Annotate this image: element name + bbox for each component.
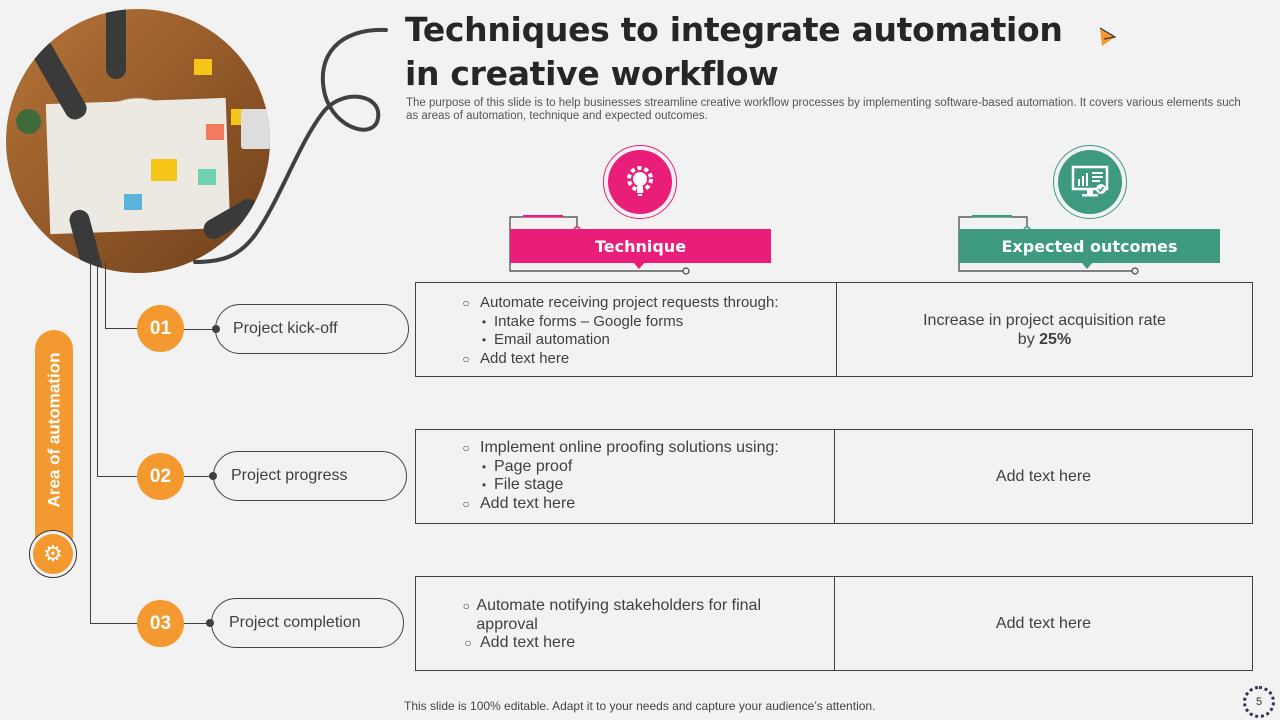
table-row: ○ Automate notifying stakeholders for fin… xyxy=(415,576,1253,671)
technique-cell: ○ Automate receiving project requests thr… xyxy=(416,283,837,376)
outcomes-header: Expected outcomes xyxy=(959,229,1220,263)
list-item: • Email automation xyxy=(481,331,610,348)
list-item: • Intake forms – Google forms xyxy=(481,312,684,330)
connector-line xyxy=(90,262,92,623)
page-title: Techniques to integrate automation in cr… xyxy=(405,10,1063,93)
outcome-cell: Add text here xyxy=(995,615,1092,632)
list-item: ○ Implement online proofing solutions usi… xyxy=(462,439,779,456)
list-item: ○ Add text here xyxy=(464,634,576,651)
step-number-01: 01 xyxy=(137,305,184,352)
table-row: ○ Automate receiving project requests thr… xyxy=(415,282,1253,377)
step-number-03: 03 xyxy=(137,600,184,647)
page-number: 5 xyxy=(1243,686,1275,718)
technique-cell: ○ Automate notifying stakeholders for fin… xyxy=(416,577,835,670)
connector-line xyxy=(184,329,214,331)
list-item: • Page proof xyxy=(481,457,573,475)
connector-line xyxy=(105,262,107,329)
connector-line xyxy=(90,623,138,625)
connector-line xyxy=(97,476,138,478)
outcome-cell: Add text here xyxy=(995,468,1092,485)
technique-cell: ○ Implement online proofing solutions usi… xyxy=(416,430,835,523)
lightbulb-gear-icon xyxy=(627,166,653,196)
area-pill-project-completion: Project completion xyxy=(211,598,404,648)
technique-header-pointer xyxy=(633,262,645,269)
area-pill-project-kickoff: Project kick-off xyxy=(215,304,409,354)
play-icon[interactable] xyxy=(1097,25,1119,49)
gear-automation-icon: ⚙ xyxy=(29,530,77,578)
outcomes-icon-ring xyxy=(1053,145,1127,219)
page-subtitle: The purpose of this slide is to help bus… xyxy=(406,97,1241,122)
area-of-automation-label: Area of automation xyxy=(44,352,63,508)
footer-note: This slide is 100% editable. Adapt it to… xyxy=(404,699,876,713)
outcomes-header-pointer xyxy=(1081,262,1093,269)
list-item: ○ Automate receiving project requests thr… xyxy=(462,294,779,311)
decorative-swirl xyxy=(193,27,388,264)
outcome-highlight: 25% xyxy=(1039,330,1072,348)
outcome-cell: Increase in project acquisition rate by … xyxy=(923,311,1166,348)
technique-header: Technique xyxy=(510,229,771,263)
connector-line xyxy=(97,262,99,476)
table-row: ○ Implement online proofing solutions usi… xyxy=(415,429,1253,524)
list-item: ○ Add text here xyxy=(462,494,576,512)
step-number-02: 02 xyxy=(137,453,184,500)
connector-line xyxy=(184,476,212,478)
monitor-chart-icon xyxy=(1071,165,1109,197)
technique-icon-ring xyxy=(603,145,677,219)
list-item: ○ Automate notifying stakeholders for fin… xyxy=(462,597,761,633)
area-pill-project-progress: Project progress xyxy=(213,451,407,501)
list-item: • File stage xyxy=(481,476,564,493)
list-item: ○ Add text here xyxy=(462,349,570,367)
connector-line xyxy=(105,328,138,330)
